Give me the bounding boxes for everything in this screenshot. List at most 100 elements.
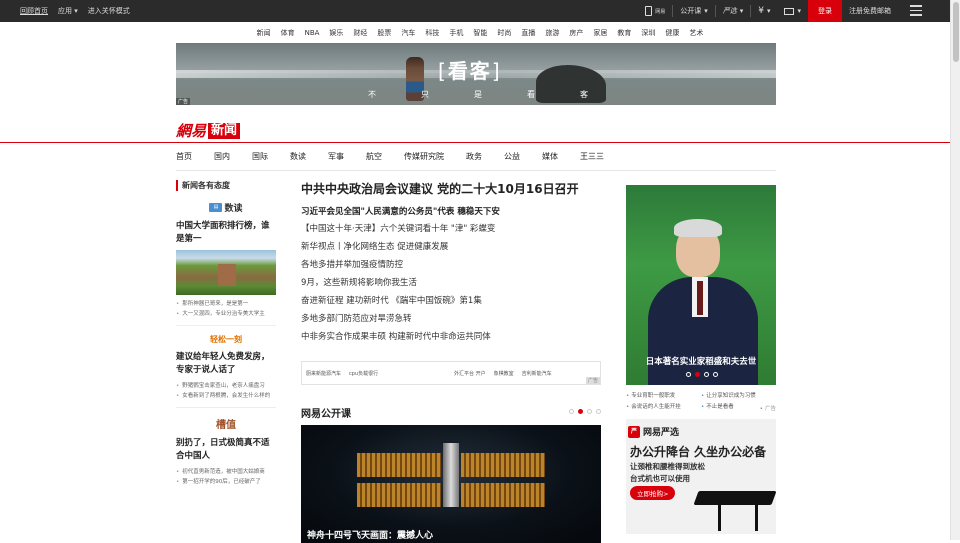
open-class-label: 公开课 [680,7,702,15]
desk-riser-legs [718,505,758,531]
space-station-image[interactable]: 神舟十四号飞天画面：震撼人心 [301,425,601,543]
main-nav-item[interactable]: 公益 [504,151,520,162]
channel-link[interactable]: 旅游 [540,28,564,38]
sub-headline[interactable]: 习近平会见全国"人民满意的公务员"代表 穗稳天下安 [301,205,601,217]
carousel-dot[interactable] [713,372,718,377]
yanxuan-menu[interactable]: 严选 ▾ [716,0,751,22]
promo-link[interactable]: 专业育职一般职发 [626,391,701,399]
buy-now-button[interactable]: 立即抢购> [630,486,676,500]
login-button[interactable]: 登录 [808,0,842,22]
news-item[interactable]: 【中国这十年·天津】六个关键词看十年 "津" 彩蝶变 [301,224,601,234]
channel-link[interactable]: 房产 [564,28,588,38]
open-class-menu[interactable]: 公开课 ▾ [673,0,715,22]
main-nav-item[interactable]: 军事 [328,151,344,162]
channel-link[interactable]: 财经 [348,28,372,38]
carousel-dot[interactable] [704,372,709,377]
tagline-char: 看 [527,90,535,99]
main-nav-item[interactable]: 国内 [214,151,230,162]
channel-link[interactable]: 体育 [276,28,300,38]
channel-link[interactable]: 深圳 [636,28,660,38]
lottery-menu[interactable]: ¥ ▾ [751,0,777,22]
list-item[interactable]: 那所神器已哥来，是是第一 [176,299,276,309]
news-item[interactable]: 新华视点丨净化网络生态 促进健康发展 [301,242,601,252]
banner-logo: [看客] [438,59,502,83]
news-item[interactable]: 中非务实合作成果丰硕 构建新时代中非命运共同体 [301,332,601,342]
qingsong-title[interactable]: 轻松一刻 [176,334,276,345]
main-nav-item[interactable]: 航空 [366,151,382,162]
ad-links-left: 厨来新能源汽车 cpu负载很行 [306,370,378,377]
list-item[interactable]: 女看新到了两根腾，会发生什么样的 [176,391,276,401]
caozhi-title[interactable]: 槽值 [176,416,276,431]
portrait-carousel[interactable]: 日本著名实业家稻盛和夫去世 [626,185,776,385]
headline-link[interactable]: 建议给年轻人免费发房，专家于说人话了 [176,351,276,377]
ad-link[interactable]: 吉利新能汽车 [522,370,552,377]
headline-link[interactable]: 中国大学面积排行榜，谁是第一 [176,220,276,246]
main-nav-item[interactable]: 首页 [176,151,192,162]
channel-link[interactable]: 教育 [612,28,636,38]
lead-headline[interactable]: 中共中央政治局会议建议 党的二十大10月16日召开 [301,180,601,197]
promo-link[interactable]: 让分享知识成为习惯 [701,391,776,399]
back-home-link[interactable]: 回顾首页 [20,6,48,16]
mail-menu[interactable]: ▾ [777,0,808,22]
ad-link[interactable]: 外汇平台 开户 [454,370,486,377]
banner-ad[interactable]: [看客] 不 只 是 看 客 广告 [176,43,776,105]
register-label: 注册免费邮箱 [849,7,891,15]
news-item[interactable]: 多地多部门防范应对旱涝急转 [301,314,601,324]
care-mode-link[interactable]: 进入关怀模式 [88,6,130,16]
channel-link[interactable]: 艺术 [684,28,708,38]
shudu-title[interactable]: ▤ 数读 [176,201,276,214]
list-item[interactable]: 野猪鹦宝击家查山，老奈人痛盘习 [176,381,276,391]
carousel-dot[interactable] [686,372,691,377]
carousel-dot[interactable] [596,409,601,414]
main-nav-item[interactable]: 媒体 [542,151,558,162]
section-title: 新闻各有态度 [176,180,276,191]
headline-link[interactable]: 别扔了，日式极简真不适合中国人 [176,437,276,463]
channel-link[interactable]: 健康 [660,28,684,38]
channel-link[interactable]: 汽车 [396,28,420,38]
red-divider [0,142,960,143]
channel-link[interactable]: 新闻 [252,28,276,38]
chevron-down-icon: ▾ [766,7,771,15]
menu-icon[interactable] [910,5,922,17]
list-item[interactable]: 大一又混四，专业分治专美大学主 [176,309,276,319]
ad-link[interactable]: 象棋教室 [494,370,514,377]
carousel-dot-active[interactable] [578,409,583,414]
list-item[interactable]: 第一招开学的90后，已经破产了 [176,477,276,487]
client-download[interactable]: 网易 [638,0,672,22]
ad-label: 广告 [585,377,600,384]
channel-link[interactable]: 时尚 [492,28,516,38]
open-class-title[interactable]: 网易公开课 [301,405,351,420]
channel-link[interactable]: 股票 [372,28,396,38]
apps-menu[interactable]: 应用 ▾ [58,6,78,16]
news-item[interactable]: 9月，这些新规将影响你我生活 [301,278,601,288]
ad-link[interactable]: cpu负载很行 [349,370,378,377]
netease-news-logo[interactable]: 網易 新闻 [176,120,241,141]
news-item[interactable]: 各地多措并举加强疫情防控 [301,260,601,270]
scrollbar-thumb[interactable] [953,2,959,62]
main-nav-item[interactable]: 政务 [466,151,482,162]
carousel-dot[interactable] [587,409,592,414]
channel-link[interactable]: 手机 [444,28,468,38]
list-item[interactable]: 初代直男新范造，被中国大姑娘商 [176,467,276,477]
news-item[interactable]: 奋进新征程 建功新时代 《踹牢中国饭碗》第1集 [301,296,601,306]
main-nav-item[interactable]: 王三三 [580,151,604,162]
yanxuan-ad[interactable]: 严 网易严选 办公升降台 久坐办公必备 让颈椎和腰椎得到放松 台式机也可以使用 … [626,419,776,534]
channel-link[interactable]: 科技 [420,28,444,38]
ad-link[interactable]: 厨来新能源汽车 [306,370,341,377]
channel-link[interactable]: NBA [300,29,325,37]
promo-links: 专业育职一般职发 让分享知识成为习惯 会说话的人生能开挂 不止是看看 广告 [626,391,776,412]
register-mail-link[interactable]: 注册免费邮箱 [842,0,898,22]
promo-link[interactable]: 会说话的人生能开挂 [626,402,701,410]
page-scrollbar[interactable] [950,0,960,540]
main-nav-item[interactable]: 国际 [252,151,268,162]
image-caption: 神舟十四号飞天画面：震撼人心 [307,531,434,541]
carousel-dot[interactable] [569,409,574,414]
carousel-dot-active[interactable] [695,372,700,377]
campus-thumbnail[interactable] [176,250,276,295]
channel-link[interactable]: 智能 [468,28,492,38]
channel-link[interactable]: 家居 [588,28,612,38]
main-nav-item[interactable]: 数读 [290,151,306,162]
channel-link[interactable]: 直播 [516,28,540,38]
channel-link[interactable]: 娱乐 [324,28,348,38]
main-nav-item[interactable]: 传媒研究院 [404,151,444,162]
